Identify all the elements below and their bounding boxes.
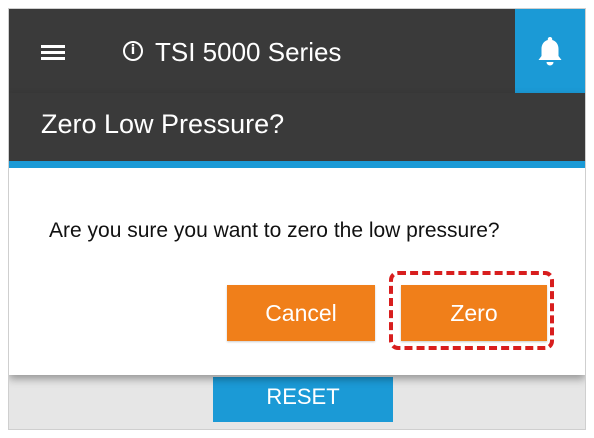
cancel-button[interactable]: Cancel — [227, 285, 375, 341]
app-title: TSI 5000 Series — [155, 37, 342, 67]
notifications-button[interactable] — [515, 9, 585, 93]
dialog-title: Zero Low Pressure? — [41, 109, 285, 139]
zero-button[interactable]: Zero — [401, 285, 547, 341]
dialog-header: Zero Low Pressure? — [9, 93, 585, 168]
dialog-message: Are you sure you want to zero the low pr… — [49, 219, 500, 242]
hamburger-menu-icon[interactable] — [41, 45, 65, 61]
screen-frame: i TSI 5000 Series RESET Zero Low Pressur… — [8, 8, 586, 430]
confirm-dialog: Zero Low Pressure? Are you sure you want… — [9, 93, 585, 375]
info-circle-icon[interactable]: i — [123, 41, 143, 61]
reset-button[interactable]: RESET — [213, 377, 393, 422]
bell-icon — [538, 37, 562, 66]
app-bar: i TSI 5000 Series — [9, 9, 585, 93]
